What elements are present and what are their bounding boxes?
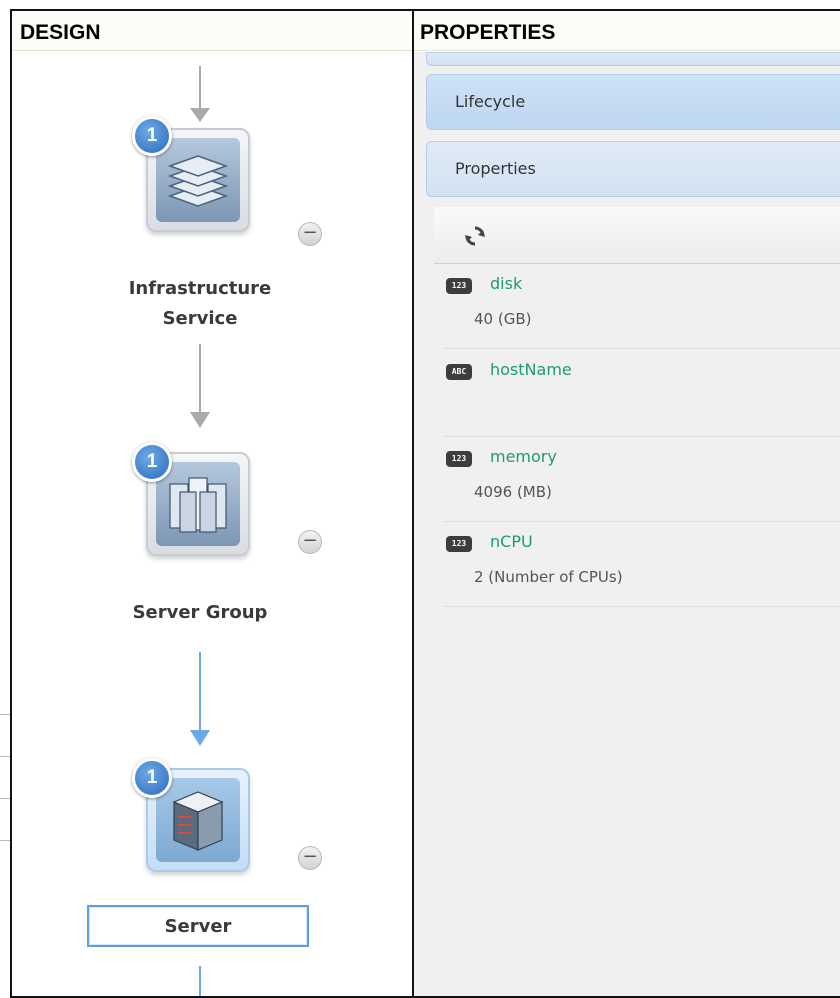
server-rack-icon (156, 778, 240, 862)
node-label[interactable]: Server (87, 905, 309, 947)
property-value: 40 (GB) (474, 310, 532, 328)
property-value: 4096 (MB) (474, 483, 552, 501)
accordion-label: Lifecycle (455, 92, 526, 111)
property-row-memory[interactable]: 123 memory 4096 (MB) (444, 441, 840, 522)
collapse-button[interactable]: − (298, 530, 322, 554)
node-label-line: Service (162, 308, 238, 329)
connector-line (199, 344, 201, 414)
number-type-icon: 123 (446, 451, 472, 467)
instance-count-badge: 1 (132, 758, 172, 798)
refresh-icon[interactable] (464, 225, 486, 247)
property-name[interactable]: memory (490, 447, 557, 466)
frame-tick (0, 756, 10, 757)
number-type-icon: 123 (446, 536, 472, 552)
accordion-lifecycle[interactable]: Lifecycle (426, 74, 840, 130)
instance-count-badge: 1 (132, 116, 172, 156)
property-name[interactable]: disk (490, 274, 522, 293)
connector-arrowhead (190, 730, 210, 746)
number-type-icon: 123 (446, 278, 472, 294)
connector-line (199, 66, 201, 112)
collapse-button[interactable]: − (298, 222, 322, 246)
text-type-icon: ABC (446, 364, 472, 380)
server-cluster-icon (156, 462, 240, 546)
connector-line (199, 966, 201, 996)
collapse-button[interactable]: − (298, 846, 322, 870)
accordion-properties[interactable]: Properties (426, 141, 840, 197)
node-label: Server Group (132, 602, 268, 623)
properties-toolbar (434, 207, 840, 264)
frame-tick (0, 798, 10, 799)
property-value: 2 (Number of CPUs) (474, 568, 623, 586)
layers-stack-icon (156, 138, 240, 222)
frame-tick (0, 840, 10, 841)
node-label-line: Infrastructure (128, 278, 272, 299)
panel-divider (412, 9, 414, 998)
properties-panel-title: PROPERTIES (414, 11, 840, 51)
property-name[interactable]: nCPU (490, 532, 533, 551)
accordion-label: Properties (455, 159, 536, 178)
property-row-ncpu[interactable]: 123 nCPU 2 (Number of CPUs) (444, 526, 840, 607)
accordion-collapsed-section[interactable] (426, 52, 840, 66)
frame-border-top (10, 9, 840, 11)
connector-line (199, 652, 201, 734)
frame-border-left (10, 9, 12, 998)
frame-tick (0, 714, 10, 715)
design-panel-title: DESIGN (12, 11, 412, 51)
connector-arrowhead (190, 108, 210, 122)
connector-arrowhead (190, 412, 210, 428)
node-label: Infrastructure Service (70, 274, 330, 334)
property-row-disk[interactable]: 123 disk 40 (GB) (444, 268, 840, 349)
properties-panel: Lifecycle Properties 123 disk 40 (GB) AB… (414, 52, 840, 996)
instance-count-badge: 1 (132, 442, 172, 482)
property-name[interactable]: hostName (490, 360, 572, 379)
property-row-hostname[interactable]: ABC hostName (444, 354, 840, 437)
design-canvas[interactable]: 1 − Infrastructure Service 1 − Server Gr… (12, 52, 412, 996)
